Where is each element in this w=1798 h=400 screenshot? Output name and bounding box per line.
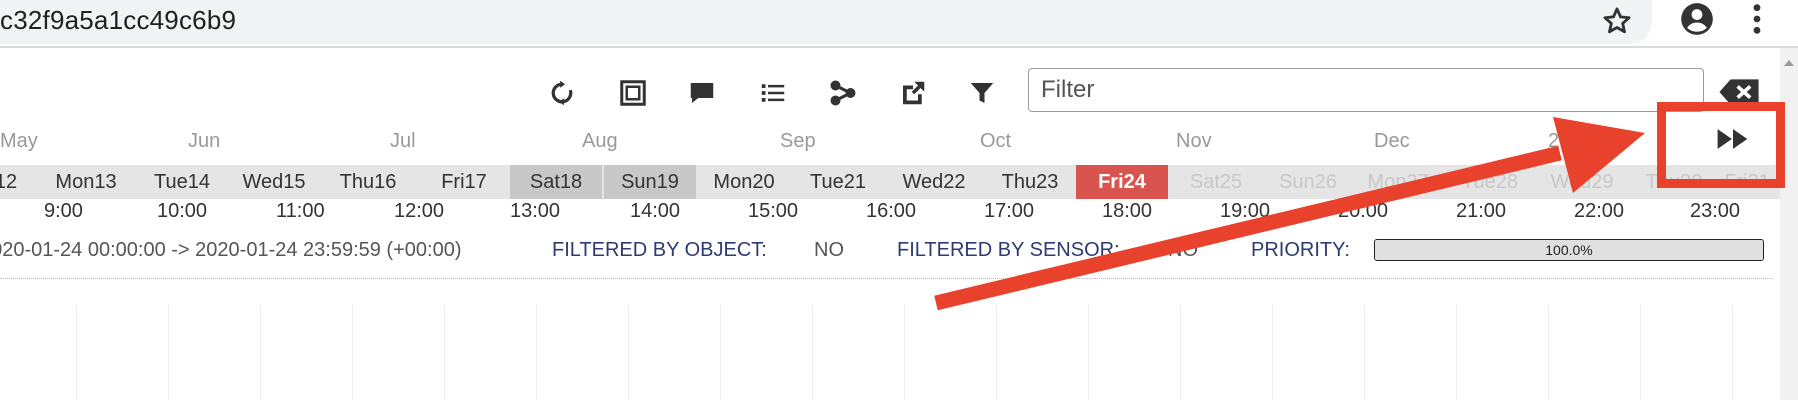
annotation-arrow	[934, 117, 1645, 311]
